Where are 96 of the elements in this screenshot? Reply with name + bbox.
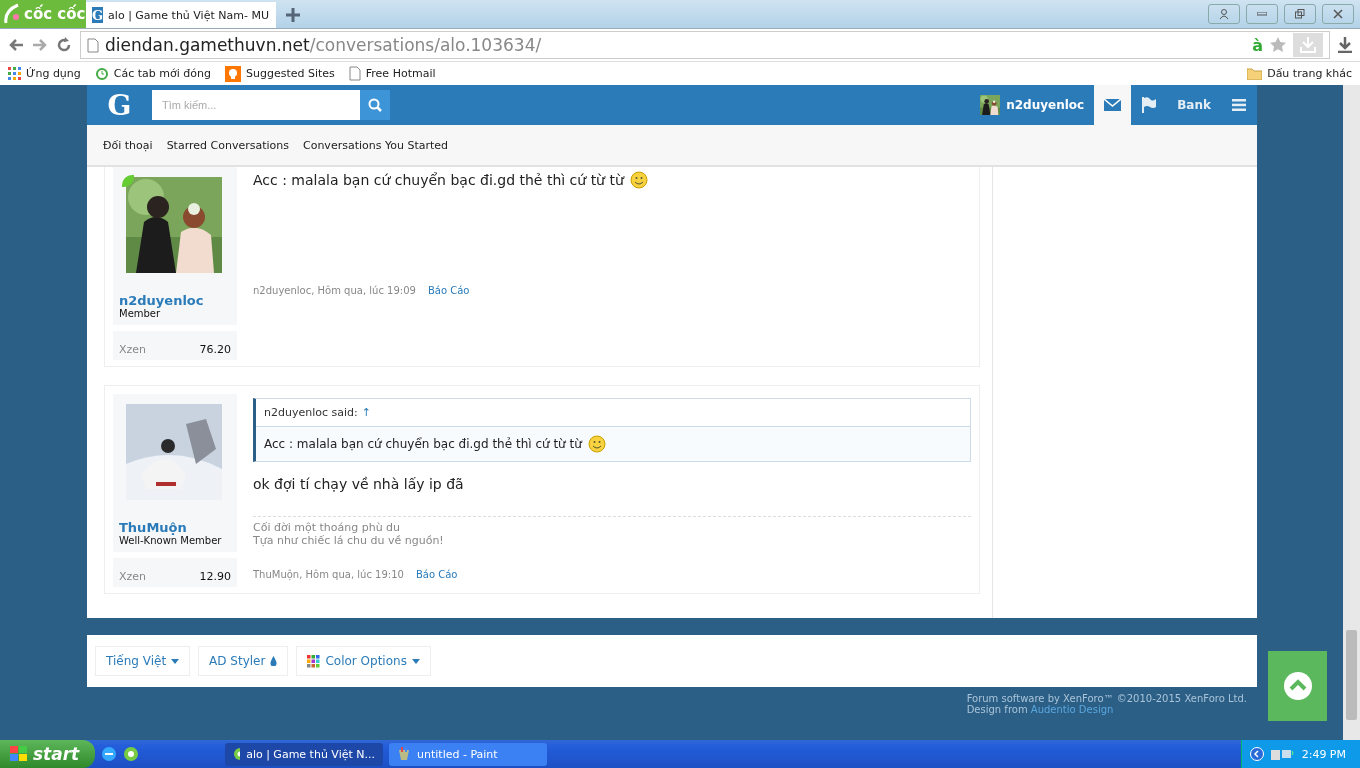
profile-button[interactable] — [1208, 4, 1240, 24]
user-menu[interactable]: n2duyenloc — [980, 95, 1095, 115]
stat-value: 76.20 — [199, 343, 231, 356]
site-logo[interactable]: G — [87, 88, 152, 122]
url-text: diendan.gamethuvn.net/conversations/alo.103634/ — [105, 35, 542, 55]
back-icon[interactable] — [8, 38, 24, 52]
chevron-left-icon[interactable] — [1249, 747, 1264, 761]
start-button[interactable]: start — [0, 740, 95, 768]
stat-value: 12.90 — [199, 570, 231, 583]
search-field[interactable]: Tìm kiếm... — [152, 90, 360, 120]
stat-label: Xzen — [119, 343, 147, 356]
lightbulb-icon — [224, 65, 241, 82]
person-icon — [1219, 9, 1229, 19]
footer-button[interactable]: Color Options — [296, 646, 431, 676]
envelope-icon — [1104, 99, 1122, 111]
taskbar-item[interactable]: untitled - Paint — [389, 742, 547, 766]
paint-cup-icon — [397, 747, 411, 761]
history-icon — [94, 66, 109, 81]
logo-icon — [4, 3, 20, 25]
nav-button[interactable] — [1094, 85, 1132, 125]
message-text: Acc : malala bạn cứ chuyển bạc đi.gd thẻ thì cứ từ từ — [253, 172, 624, 188]
bookmark-folder[interactable]: Dấu trang khác — [1247, 67, 1352, 80]
subnav-link[interactable]: Conversations You Started — [303, 138, 448, 152]
bookmark-item[interactable]: Các tab mới đóng — [94, 66, 211, 81]
restore-icon — [1295, 9, 1305, 19]
scroll-top-button[interactable] — [1268, 651, 1327, 721]
reload-icon[interactable] — [56, 37, 72, 53]
user-title: Member — [119, 308, 161, 319]
author-name[interactable]: ThuMuộn — [119, 520, 187, 535]
nav-link[interactable]: Bank — [1167, 85, 1221, 125]
close-button[interactable] — [1322, 4, 1354, 24]
scrollbar[interactable] — [1343, 85, 1360, 740]
footer-button[interactable]: AD Styler — [198, 646, 289, 676]
bookmark-item[interactable]: Ứng dụng — [8, 67, 81, 80]
search-icon — [368, 98, 382, 112]
tab-title: alo | Game thủ Việt Nam- MU — [108, 8, 269, 22]
jump-link[interactable]: ↑ — [361, 406, 371, 419]
subnav-link[interactable]: Đối thoại — [103, 138, 153, 152]
design-credit: Design from Audentio Design — [966, 704, 1114, 715]
signature-line: Tựa như chiếc lá chu du về nguồn! — [253, 534, 445, 547]
apps-grid-icon — [8, 67, 21, 80]
smiley-icon — [587, 435, 606, 453]
clock: 2:49 PM — [1301, 747, 1346, 761]
color-grid-icon — [307, 654, 321, 668]
bookmark-item[interactable]: Free Hotmail — [348, 66, 436, 81]
page-icon — [87, 37, 99, 53]
author-name[interactable]: n2duyenloc — [119, 293, 204, 308]
taskbar-item[interactable]: alo | Game thủ Việt N... — [225, 742, 383, 766]
new-tab-icon[interactable] — [286, 8, 300, 22]
smiley-icon — [629, 171, 648, 189]
minimize-icon — [1257, 12, 1267, 16]
user-title: Well-Known Member — [119, 535, 222, 546]
restore-button[interactable] — [1284, 4, 1316, 24]
site-favicon: G — [92, 7, 104, 23]
browser-icon — [233, 747, 241, 761]
message-text: ok đợi tí chạy về nhà lấy ip đã — [253, 476, 464, 492]
footer-button[interactable]: Tiếng Việt — [95, 646, 191, 676]
address-bar[interactable]: diendan.gamethuvn.net/conversations/alo.103634/ à — [80, 31, 1330, 59]
menu-icon — [1232, 99, 1246, 111]
quote-attribution: n2duyenloc said: — [264, 406, 358, 419]
close-icon — [1333, 9, 1343, 19]
signature-line: Cối đời một thoáng phù du — [253, 521, 402, 534]
brand-name: cốc cốc — [24, 5, 86, 23]
bookmark-label: Ứng dụng — [26, 67, 81, 80]
report-link[interactable]: Báo Cáo — [415, 569, 458, 580]
bookmark-label: Free Hotmail — [365, 67, 436, 80]
bookmark-label: Dấu trang khác — [1267, 67, 1352, 80]
copyright-text: Forum software by XenForo™ ©2010-2015 XenForo Ltd. — [966, 693, 1247, 704]
windows-logo-icon — [10, 746, 28, 762]
report-link[interactable]: Báo Cáo — [427, 285, 470, 296]
input-method-indicator[interactable]: à — [1252, 35, 1263, 55]
minimize-button[interactable] — [1246, 4, 1278, 24]
message-meta: n2duyenloc, Hôm qua, lúc 19:09 — [253, 285, 416, 296]
bookmark-label: Các tab mới đóng — [113, 67, 211, 80]
quote-text: Acc : malala bạn cứ chuyển bạc đi.gd thẻ thì cứ từ từ — [264, 437, 582, 451]
page-icon — [348, 66, 361, 81]
droplet-icon — [270, 656, 278, 666]
caret-icon — [411, 658, 420, 664]
browser-icon[interactable] — [123, 746, 139, 762]
stat-label: Xzen — [119, 570, 147, 583]
star-icon[interactable] — [1269, 36, 1287, 54]
browser-tab[interactable]: G alo | Game thủ Việt Nam- MU — [86, 2, 276, 28]
username: n2duyenloc — [1006, 98, 1085, 112]
message-meta: ThuMuộn, Hôm qua, lúc 19:10 — [253, 569, 404, 580]
bookmark-label: Suggested Sites — [245, 67, 335, 80]
bookmark-item[interactable]: Suggested Sites — [224, 65, 335, 82]
forward-icon[interactable] — [32, 38, 48, 52]
chevron-up-icon — [1283, 672, 1312, 700]
folder-icon — [1247, 67, 1263, 80]
design-link[interactable]: Audentio Design — [1030, 704, 1114, 715]
search-button[interactable] — [360, 90, 390, 120]
flag-icon — [1141, 97, 1158, 113]
subnav-link[interactable]: Starred Conversations — [166, 138, 289, 152]
download-icon[interactable] — [1338, 37, 1352, 53]
caret-icon — [171, 658, 180, 664]
network-icon[interactable] — [1269, 747, 1296, 761]
